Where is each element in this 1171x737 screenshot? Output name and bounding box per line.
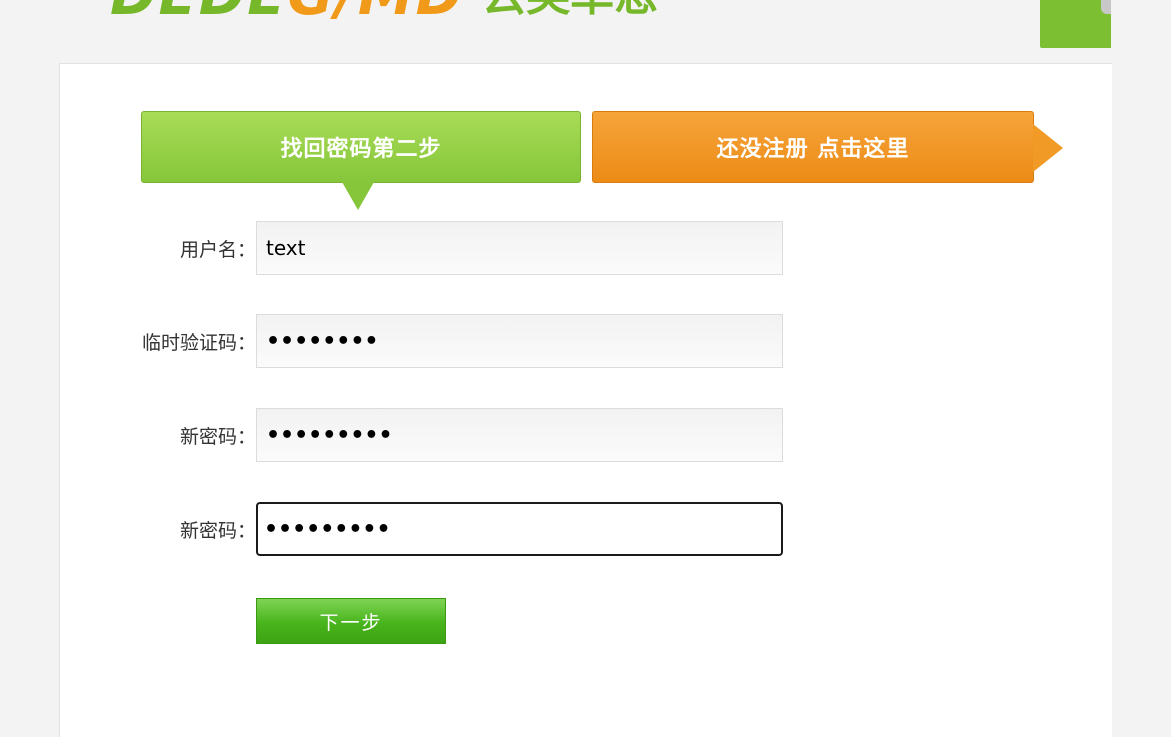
confirm-password-input[interactable]: •••••••••: [256, 502, 783, 556]
username-value: text: [266, 236, 306, 260]
header-corner-button[interactable]: [1040, 0, 1111, 48]
tab-step-label: 找回密码第二步: [280, 137, 442, 162]
temp-code-value: ••••••••: [266, 328, 379, 354]
logo-wordmark: DEDEG/MD: [110, 0, 464, 26]
logo-wordmark-part2: G/MD: [287, 0, 464, 28]
confirm-password-label: 新密码：: [179, 519, 256, 542]
username-input[interactable]: text: [256, 221, 783, 275]
username-label: 用户名：: [179, 238, 256, 261]
confirm-password-value: •••••••••: [264, 516, 391, 542]
site-logo[interactable]: DEDEG/MD 云英单恩: [110, 0, 658, 26]
username-row: 用户名： text: [60, 221, 783, 275]
new-password-value: •••••••••: [266, 422, 393, 448]
register-link-label: 还没注册 点击这里: [716, 137, 910, 162]
tab-find-password-step-two: 找回密码第二步: [141, 111, 581, 210]
page: DEDEG/MD 云英单恩 找回密码第二步 还没注册 点击这里 用户名： tex…: [0, 0, 1171, 737]
new-password-input[interactable]: •••••••••: [256, 408, 783, 462]
logo-chinese-name: 云英单恩: [482, 0, 658, 26]
temp-code-input[interactable]: ••••••••: [256, 314, 783, 368]
new-password-label: 新密码：: [179, 425, 256, 448]
temp-code-row: 临时验证码： ••••••••: [60, 314, 783, 368]
next-step-button[interactable]: 下一步: [256, 598, 446, 644]
register-link-tab[interactable]: 还没注册 点击这里: [592, 111, 1063, 183]
temp-code-label: 临时验证码：: [141, 331, 256, 354]
arrow-right-icon: [1033, 124, 1063, 172]
corner-icon: [1101, 0, 1111, 14]
main-panel: 找回密码第二步 还没注册 点击这里 用户名： text 临时验证码： •••••…: [59, 63, 1112, 737]
confirm-password-row: 新密码： •••••••••: [60, 502, 783, 556]
tab-pointer-arrow: [342, 182, 374, 210]
logo-wordmark-part1: DEDE: [110, 0, 287, 28]
new-password-row: 新密码： •••••••••: [60, 408, 783, 462]
